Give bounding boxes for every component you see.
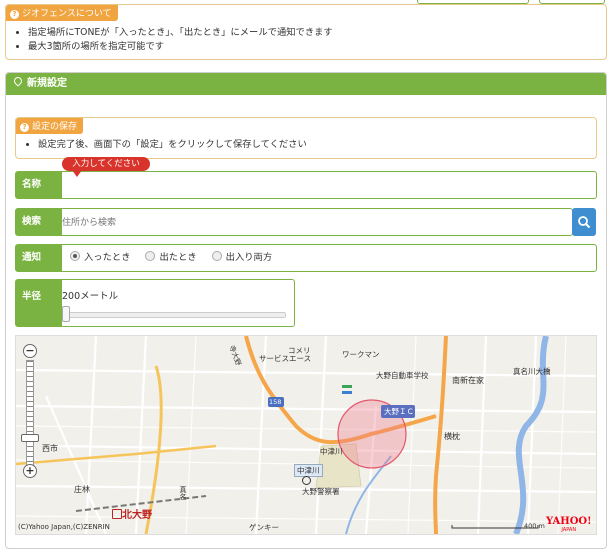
radius-slider-track[interactable] [62,312,286,318]
name-input[interactable] [60,174,594,196]
yahoo-logo-text: YAHOO! [546,516,592,527]
map-canvas [16,336,596,534]
geofence-info-panel: ?ジオフェンスについて 指定場所にTONEが「入ったとき」、「出たとき」にメール… [5,4,607,60]
list-item: 最大3箇所の場所を指定可能です [28,40,333,54]
save-info-panel: ?設定の保存 設定完了後、画面下の「設定」をクリックして保存してください [15,117,597,159]
list-item: 指定場所にTONEが「入ったとき」、「出たとき」にメールで通知できます [28,26,333,40]
map-label-police: 大野警察署 [302,487,340,496]
radio-icon [211,251,222,261]
map-label-nishiichi: 西市 [42,444,58,453]
save-info-title: ? 設定の保存 [16,118,84,134]
zoom-slider-track[interactable] [26,360,34,466]
map-label-kamimotomachi: 真名 [179,486,187,500]
map-label-genki: ゲンキー [249,523,279,532]
map-label-nannshinzaike: 南新在家 [452,376,484,385]
map-label-workman: ワークマン [342,350,380,359]
station-icon [112,509,122,519]
name-row: 名称 [15,171,597,199]
new-settings-header: 新規設定 [6,73,606,95]
map-scale-label: 400 m [524,522,545,530]
search-button[interactable] [572,208,596,236]
map-label-nakatsugawa-road: 中津川 [294,464,323,477]
question-icon: ? [20,123,29,132]
radius-label: 半径 [16,280,62,326]
search-row: 検索 [15,208,573,236]
map-label-station: 北大野 [122,510,152,521]
map-label-school: 大野自動車学校 [376,371,429,380]
zoom-in-button[interactable]: + [23,464,37,478]
map[interactable]: − + コメリ サービスエース ワークマン 大野自動車学校 南新在家 真名川大橋… [15,335,597,535]
notify-option-exit[interactable]: 出たとき [145,251,197,263]
list-item: 設定完了後、画面下の「設定」をクリックして保存してください [38,138,307,152]
map-label-nakatsugawa: 中津川 [320,447,343,456]
geofence-info-list: 指定場所にTONEが「入ったとき」、「出たとき」にメールで通知できます 最大3箇… [6,26,333,54]
zoom-out-button[interactable]: − [23,344,37,358]
map-label-route-158: 158 [269,398,282,406]
map-label-ic: 大野ＩＣ [384,407,414,416]
name-label: 名称 [16,172,62,198]
zoom-control: − + [18,340,40,478]
yahoo-logo: YAHOO! JAPAN [546,516,592,533]
radius-row: 半径 200メートル [15,279,295,327]
notify-label: 通知 [16,245,62,271]
map-label-yokomakura: 横枕 [444,432,460,441]
geofence-info-title: ? ジオフェンスについて [6,5,118,21]
yahoo-logo-sub: JAPAN [561,527,577,533]
search-label: 検索 [16,209,62,235]
radius-slider-handle[interactable] [62,306,70,322]
search-icon [578,216,591,229]
notify-options: 入ったとき 出たとき 出入り両方 [70,245,272,271]
question-icon: ? [10,10,19,19]
radio-icon [145,251,156,261]
radio-icon [70,251,80,261]
map-label-service-ace: サービスエース [259,354,312,363]
search-input[interactable] [60,211,564,233]
map-copyright: (C)Yahoo Japan,(C)ZENRIN [18,523,110,531]
police-icon [302,476,311,485]
notify-option-enter[interactable]: 入ったとき [70,251,131,263]
name-required-tooltip: 入力してください [62,157,150,177]
map-label-manao: 真名川大橋 [513,367,551,376]
notify-row: 通知 入ったとき 出たとき 出入り両方 [15,244,597,272]
save-info-list: 設定完了後、画面下の「設定」をクリックして保存してください [16,138,307,152]
zoom-slider-handle[interactable] [21,434,39,442]
radius-value: 200メートル [62,291,119,302]
notify-option-both[interactable]: 出入り両方 [211,251,272,263]
map-pin-icon [12,75,24,87]
map-label-shobayashi: 庄林 [74,485,90,494]
